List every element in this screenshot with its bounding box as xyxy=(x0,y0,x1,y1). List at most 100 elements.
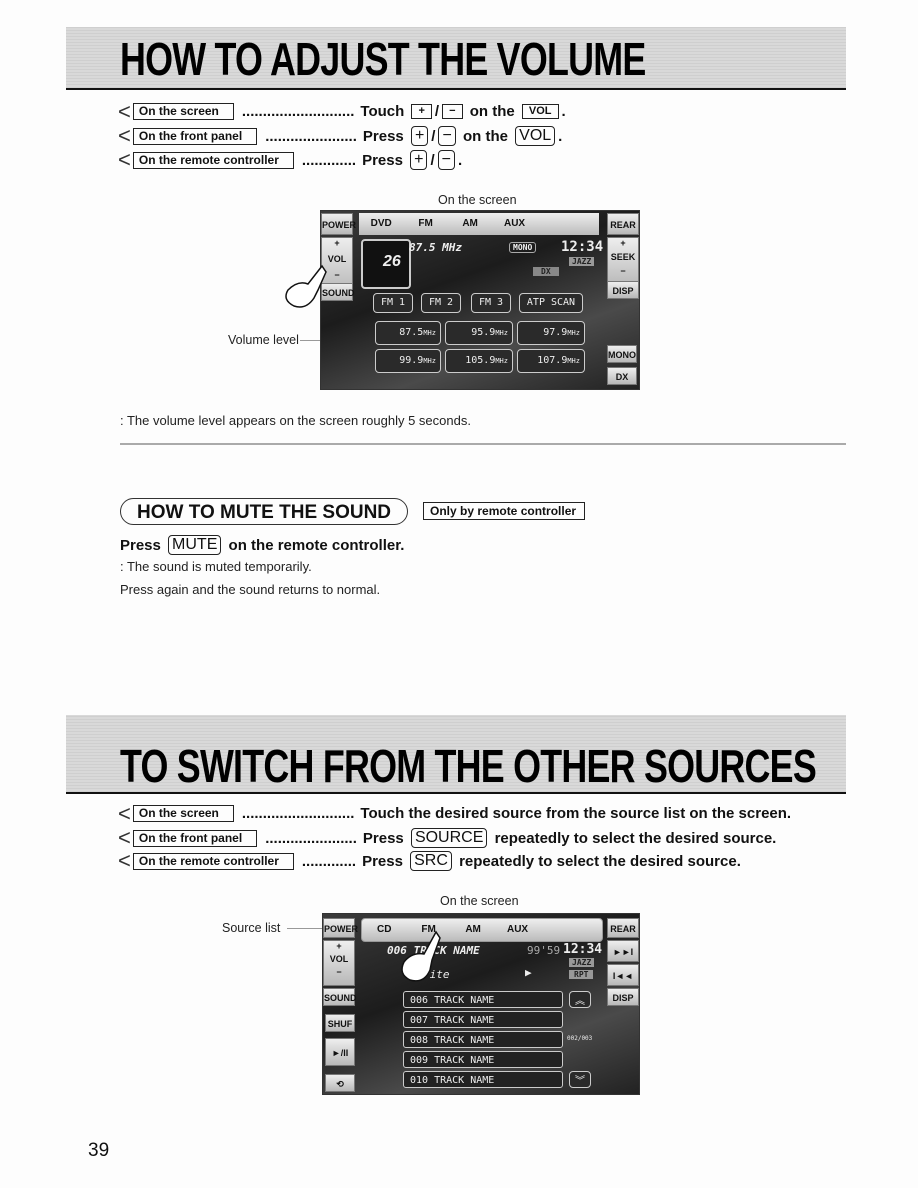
clock: 12:34 xyxy=(561,239,604,255)
track-item: 006 TRACK NAME xyxy=(403,991,563,1008)
preset-freq: 97.9 xyxy=(543,327,568,338)
tab-dvd: DVD xyxy=(370,218,392,229)
preset-1: 87.5MHz xyxy=(375,321,441,345)
leader-dots: ........................... xyxy=(241,103,355,120)
action-text: Press xyxy=(362,829,404,847)
plus-key: + xyxy=(410,126,429,146)
volume-level-display: 26 xyxy=(361,239,411,289)
suffix-text: on the xyxy=(469,103,515,120)
preset-unit: MHz xyxy=(423,329,436,337)
preset-unit: MHz xyxy=(495,357,508,365)
volume-level-label: Volume level xyxy=(228,333,299,347)
page-number: 39 xyxy=(88,1140,110,1161)
scroll-up-icon: ︽ xyxy=(569,991,591,1008)
vol-label: VOL xyxy=(329,954,349,964)
instruction-line: < On the front panel ....................… xyxy=(118,123,563,148)
disp-button: DISP xyxy=(607,988,639,1006)
plus-label: + xyxy=(620,238,626,248)
minus-key: − xyxy=(438,126,456,146)
suffix-text: on the xyxy=(462,127,508,145)
preset-unit: MHz xyxy=(495,329,508,337)
manual-page: HOW TO ADJUST THE VOLUME < On the screen … xyxy=(0,0,918,1188)
section-title: HOW TO ADJUST THE VOLUME xyxy=(120,33,646,85)
tab-aux: AUX xyxy=(503,218,526,229)
seek-label: SEEK xyxy=(610,252,636,262)
page-indicator: 002/003 xyxy=(567,1035,593,1042)
pointing-hand-icon xyxy=(401,930,441,982)
scan-label: SCAN xyxy=(551,297,576,308)
instruction-rest: repeatedly to select the desired source. xyxy=(494,829,777,847)
volume-note: : The volume level appears on the screen… xyxy=(120,413,471,428)
vol-key: VOL xyxy=(521,104,559,119)
radio-screen-illustration: POWER + VOL − SOUND DVD FM AM AUX REAR + SE… xyxy=(320,210,640,390)
dx-indicator: DX xyxy=(533,267,559,276)
action-text: Touch the desired source from the source… xyxy=(360,805,792,822)
plus-label: + xyxy=(336,941,342,951)
preset-3: 97.9MHz xyxy=(517,321,585,345)
preset-unit: MHz xyxy=(567,357,580,365)
frequency-display: 87.5 MHz xyxy=(409,241,462,254)
leader-dots: ...................... xyxy=(265,127,357,145)
minus-label: − xyxy=(620,266,626,276)
tab-fm: FM xyxy=(418,218,433,229)
period: . xyxy=(561,103,566,120)
leader-dots: ............. xyxy=(301,852,357,870)
source-key: SOURCE xyxy=(410,828,488,848)
clock: 12:34 xyxy=(563,942,603,957)
plus-key: + xyxy=(410,150,428,170)
method-label: On the screen xyxy=(132,805,234,822)
shuffle-button: SHUF xyxy=(325,1014,355,1032)
action-text: Press xyxy=(120,536,161,554)
mute-instruction: Press MUTE on the remote controller. xyxy=(120,535,404,555)
tab-aux: AUX xyxy=(506,924,529,935)
method-label: On the remote controller xyxy=(132,151,294,169)
method-label: On the front panel xyxy=(132,127,258,145)
disp-button: DISP xyxy=(607,281,639,299)
plus-key: + xyxy=(411,104,432,119)
band-fm1: FM 1 xyxy=(373,293,413,313)
section-banner-volume: HOW TO ADJUST THE VOLUME xyxy=(66,27,846,90)
separator: / xyxy=(431,127,436,145)
method-label: On the remote controller xyxy=(132,852,294,870)
mute-heading: HOW TO MUTE THE SOUND xyxy=(120,498,408,525)
action-text: Press xyxy=(362,127,404,145)
atp-label: ATP xyxy=(526,297,545,308)
power-button: POWER xyxy=(323,918,358,938)
seek-button: + SEEK − xyxy=(607,237,639,287)
separator: / xyxy=(434,103,440,120)
elapsed-time: 99'59 xyxy=(527,944,561,957)
volume-value: 26 xyxy=(383,253,401,270)
repeat-indicator: RPT xyxy=(569,970,594,979)
track-item: 010 TRACK NAME xyxy=(403,1071,563,1088)
eq-indicator: JAZZ xyxy=(569,257,595,266)
mute-note: : The sound is muted temporarily. xyxy=(120,559,312,574)
tab-am: AM xyxy=(465,924,481,935)
method-label: On the front panel xyxy=(132,829,258,847)
prev-track-button: I◄◄ xyxy=(607,964,639,986)
preset-freq: 105.9 xyxy=(465,355,496,366)
instruction-line: < On the front panel ....................… xyxy=(118,825,777,850)
minus-key: − xyxy=(442,104,463,119)
minus-label: − xyxy=(336,967,342,977)
mute-key: MUTE xyxy=(168,535,222,555)
remote-only-badge: Only by remote controller xyxy=(423,502,586,520)
cd-screen-illustration: POWER + VOL − SOUND SHUF ►/II ⟲ CD FM AM A… xyxy=(322,913,640,1095)
vol-button: + VOL − xyxy=(323,940,355,986)
minus-key: − xyxy=(437,150,455,170)
dx-button: DX xyxy=(607,367,637,385)
section-title: TO SWITCH FROM THE OTHER SOURCES xyxy=(120,740,817,792)
source-list-label: Source list xyxy=(222,921,281,935)
instruction-line: < On the remote controller ............. … xyxy=(118,848,741,873)
preset-4: 99.9MHz xyxy=(375,349,441,373)
rear-button: REAR xyxy=(607,213,639,235)
play-pause-button: ►/II xyxy=(325,1038,355,1066)
track-item: 007 TRACK NAME xyxy=(403,1011,563,1028)
atp-scan: ATP SCAN xyxy=(519,293,583,313)
instruction-line: < On the screen .........................… xyxy=(118,800,792,826)
preset-2: 95.9MHz xyxy=(445,321,513,345)
preset-unit: MHz xyxy=(567,329,580,337)
separator: / xyxy=(430,151,435,169)
scroll-down-icon: ︾ xyxy=(569,1071,591,1088)
screen-caption: On the screen xyxy=(438,193,517,207)
leader-line xyxy=(300,340,322,341)
